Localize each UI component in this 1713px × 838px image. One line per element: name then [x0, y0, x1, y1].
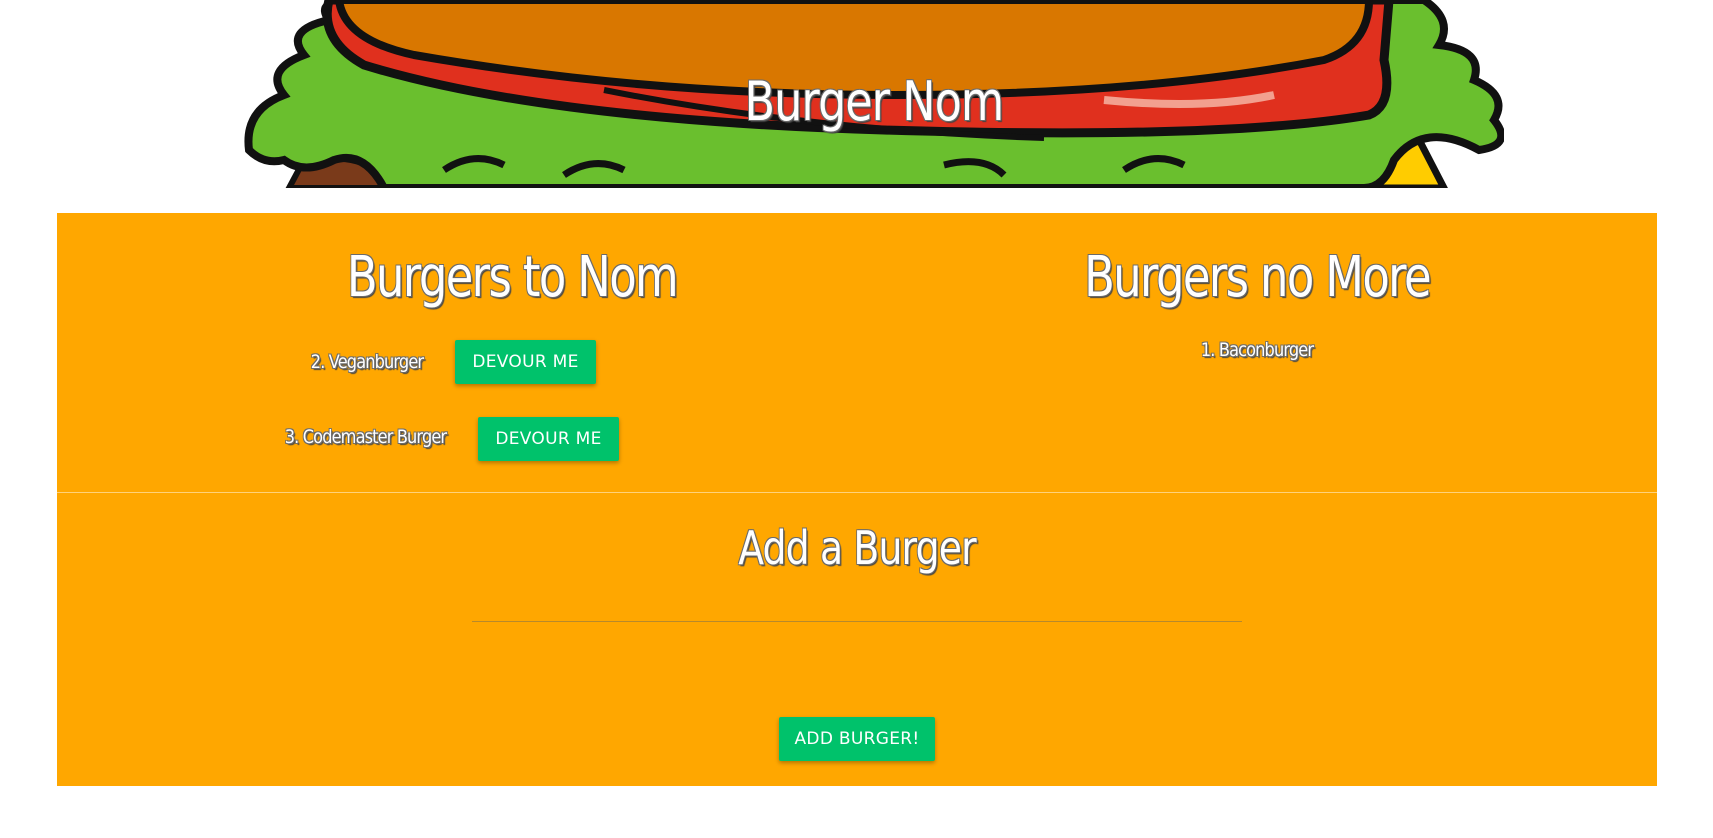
burger-item-label: 3. Codemaster Burger: [284, 426, 447, 448]
burger-name-input[interactable]: [472, 573, 1242, 622]
devour-button[interactable]: DEVOUR ME: [478, 417, 619, 461]
site-title: Burger Nom: [744, 70, 1004, 133]
header-banner: Burger Nom: [244, 0, 1504, 188]
add-burger-heading: Add a Burger: [738, 521, 976, 575]
devoured-item-label: 1. Baconburger: [1200, 339, 1314, 361]
burger-item-label: 2. Veganburger: [310, 351, 424, 373]
page: Burger Nom Burgers to Nom 2. Veganburger…: [0, 0, 1713, 838]
main-panel: Burgers to Nom 2. Veganburger DEVOUR ME …: [57, 213, 1657, 786]
devour-button[interactable]: DEVOUR ME: [455, 340, 596, 384]
burgers-to-nom-heading: Burgers to Nom: [346, 245, 679, 310]
section-divider: [57, 492, 1657, 493]
burgers-no-more-heading: Burgers no More: [1084, 245, 1431, 310]
add-burger-button[interactable]: ADD BURGER!: [779, 717, 935, 761]
